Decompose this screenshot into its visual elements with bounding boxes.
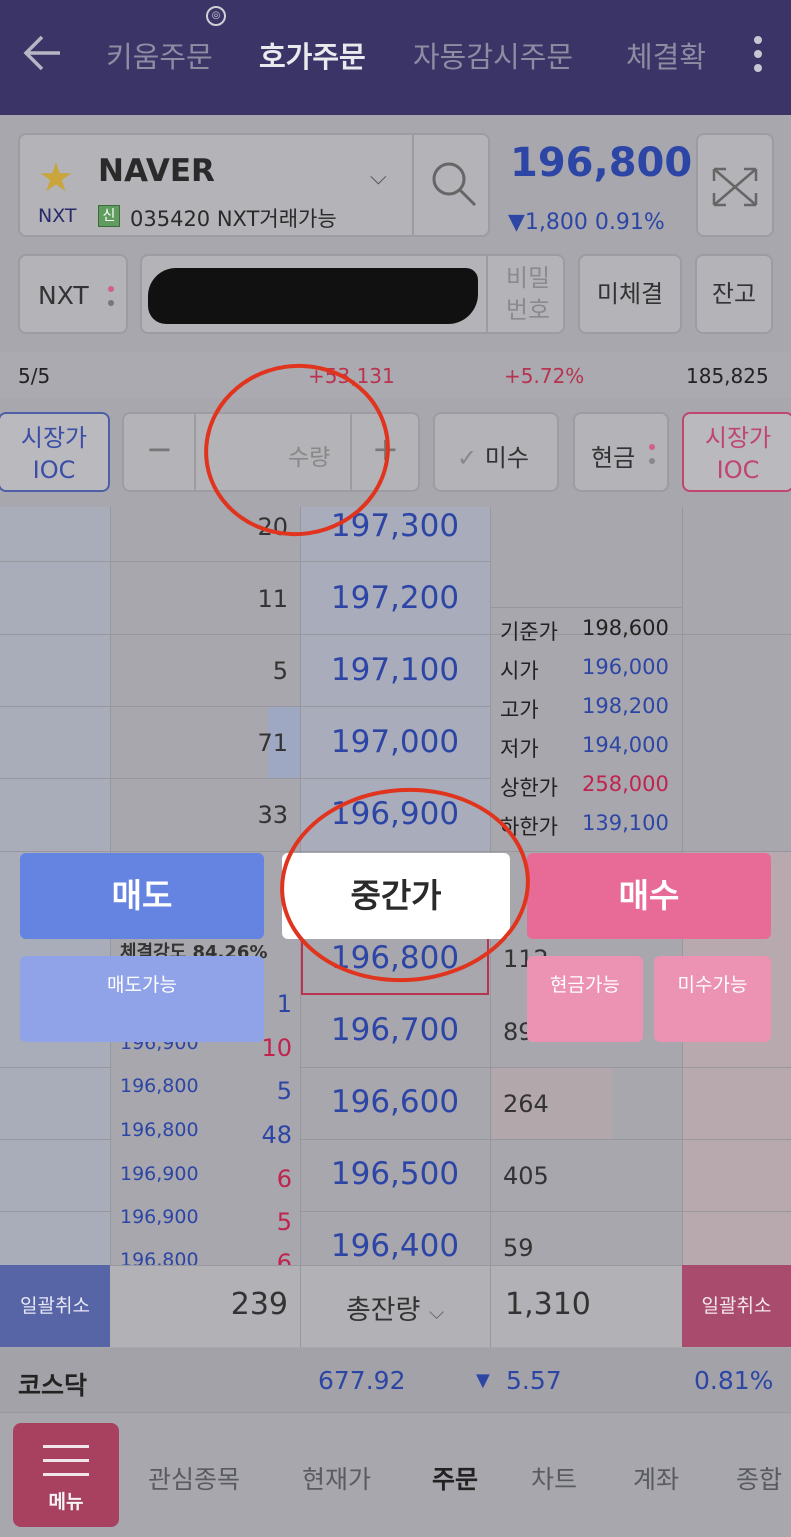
cancel-all-sell-button[interactable]: 일괄취소 xyxy=(0,1265,110,1347)
total-remaining-select[interactable]: 총잔량 ⌵ xyxy=(300,1288,490,1327)
cash-select[interactable]: 현금 xyxy=(573,412,669,492)
nav-chart[interactable]: 차트 xyxy=(531,1460,577,1496)
account-number-field[interactable]: 비밀 번호 xyxy=(140,254,565,334)
sell-button[interactable]: 매도 xyxy=(20,853,264,939)
quote-stats-row: 5/5 +53,131 +5.72% 185,825 xyxy=(0,352,791,398)
nav-overview[interactable]: 종합 xyxy=(736,1460,791,1496)
tab-quote-order[interactable]: 호가주문 xyxy=(259,34,366,76)
ask-qty[interactable]: 71 xyxy=(218,729,288,757)
index-change: 5.57 xyxy=(506,1366,562,1395)
tick-qty: 6 xyxy=(276,1249,292,1265)
cash-buyable-button[interactable]: 현금가능 xyxy=(527,956,643,1042)
ask-price[interactable]: 197,100 xyxy=(300,652,490,688)
search-icon[interactable] xyxy=(425,155,483,213)
minus-icon[interactable]: − xyxy=(146,430,173,468)
index-ticker[interactable]: 코스닥 677.92 ▼ 5.57 0.81% xyxy=(0,1348,791,1412)
info-base-price: 기준가 198,600 xyxy=(500,616,669,644)
sellable-qty-button[interactable]: 매도가능 xyxy=(20,956,264,1042)
ratio: 5/5 xyxy=(18,364,51,388)
margin-toggle[interactable]: ✓ 미수 xyxy=(433,412,559,492)
cash-label: 현금 xyxy=(591,444,636,472)
volume: 185,825 xyxy=(686,364,769,388)
menu-label: 메뉴 xyxy=(48,1491,84,1513)
ask-qty[interactable]: 5 xyxy=(218,657,288,685)
bid-price[interactable]: 196,400 xyxy=(300,1228,490,1264)
tick-price: 196,800 xyxy=(120,1075,199,1097)
nav-account[interactable]: 계좌 xyxy=(633,1460,679,1496)
tab-auto-watch-order[interactable]: 자동감시주문 xyxy=(413,34,573,76)
ask-price[interactable]: 197,200 xyxy=(300,580,490,616)
stock-selector[interactable]: ★ NAVER ⌵ NXT 신 035420 NXT거래가능 xyxy=(18,133,490,237)
info-high-price: 고가 198,200 xyxy=(500,694,669,722)
index-pct: 0.81% xyxy=(694,1366,774,1395)
total-label: 총잔량 xyxy=(345,1295,421,1326)
bid-qty[interactable]: 405 xyxy=(503,1162,549,1190)
bid-qty[interactable]: 59 xyxy=(503,1234,534,1262)
top-app-bar: ◎ 키움주문 호가주문 자동감시주문 체결확 xyxy=(0,0,791,115)
buy-order-type-button[interactable]: 시장가 IOC xyxy=(682,412,791,492)
tick-qty: 48 xyxy=(261,1121,292,1149)
chevron-down-icon: ⌵ xyxy=(428,1300,445,1324)
unfilled-orders-button[interactable]: 미체결 xyxy=(578,254,682,334)
expand-icon[interactable] xyxy=(696,133,774,237)
market-label: NXT xyxy=(38,205,77,227)
nav-order[interactable]: 주문 xyxy=(432,1460,478,1496)
stock-name: NAVER xyxy=(98,153,215,189)
info-open-price: 시가 196,000 xyxy=(500,655,669,683)
price-change: ▼1,800 0.91% xyxy=(508,210,665,235)
pct: +5.72% xyxy=(504,364,585,388)
bid-price[interactable]: 196,700 xyxy=(300,1012,490,1048)
ask-price[interactable]: 197,000 xyxy=(300,724,490,760)
tick-qty: 6 xyxy=(276,1165,292,1193)
balance-button[interactable]: 잔고 xyxy=(695,254,773,334)
index-name: 코스닥 xyxy=(18,1371,88,1400)
margin-label: 미수 xyxy=(484,444,529,472)
tick-price: 196,800 xyxy=(120,1249,199,1265)
credit-badge: 신 xyxy=(98,205,120,227)
tick-qty: 5 xyxy=(276,1208,292,1236)
mini-badge-icon: ◎ xyxy=(206,6,226,26)
nav-current-price[interactable]: 현재가 xyxy=(302,1460,371,1496)
redacted-account-number xyxy=(148,268,478,324)
total-bid-qty: 1,310 xyxy=(505,1287,591,1322)
buy-button[interactable]: 매수 xyxy=(527,853,771,939)
account-type-select[interactable]: NXT xyxy=(18,254,128,334)
ask-qty[interactable]: 11 xyxy=(218,585,288,613)
tab-kiwoom-order[interactable]: 키움주문 xyxy=(106,34,213,76)
total-ask-qty: 239 xyxy=(230,1287,288,1322)
bid-qty[interactable]: 264 xyxy=(503,1090,549,1118)
tab-execution-check[interactable]: 체결확 xyxy=(626,34,706,76)
ask-qty[interactable]: 33 xyxy=(218,801,288,829)
tick-qty: 5 xyxy=(276,1077,292,1105)
info-low-price: 저가 194,000 xyxy=(500,733,669,761)
sell-order-type-button[interactable]: 시장가 IOC xyxy=(0,412,110,492)
margin-buyable-button[interactable]: 미수가능 xyxy=(654,956,771,1042)
check-icon: ✓ xyxy=(457,444,478,472)
stock-code: 035420 NXT거래가능 xyxy=(130,207,337,231)
cancel-all-buy-button[interactable]: 일괄취소 xyxy=(682,1265,791,1347)
info-upper-limit: 상한가 258,000 xyxy=(500,772,669,800)
tick-price: 196,900 xyxy=(120,1206,199,1228)
back-arrow-icon[interactable] xyxy=(20,30,66,76)
more-options-icon[interactable] xyxy=(748,30,768,80)
current-price: 196,800 xyxy=(510,140,693,186)
tick-price: 196,900 xyxy=(120,1163,199,1185)
hamburger-icon xyxy=(43,1445,89,1487)
nav-watchlist[interactable]: 관심종목 xyxy=(148,1460,240,1496)
index-value: 677.92 xyxy=(318,1366,406,1395)
bid-price[interactable]: 196,600 xyxy=(300,1084,490,1120)
menu-button[interactable]: 메뉴 xyxy=(13,1423,119,1527)
password-field[interactable]: 비밀 번호 xyxy=(497,262,559,326)
favorite-star-icon[interactable]: ★ xyxy=(38,155,74,201)
divider xyxy=(412,135,414,235)
account-type-label: NXT xyxy=(38,281,89,310)
down-triangle-icon: ▼ xyxy=(476,1370,490,1391)
chevron-down-icon[interactable]: ⌵ xyxy=(370,165,387,190)
bid-price[interactable]: 196,500 xyxy=(300,1156,490,1192)
tick-price: 196,800 xyxy=(120,1119,199,1141)
